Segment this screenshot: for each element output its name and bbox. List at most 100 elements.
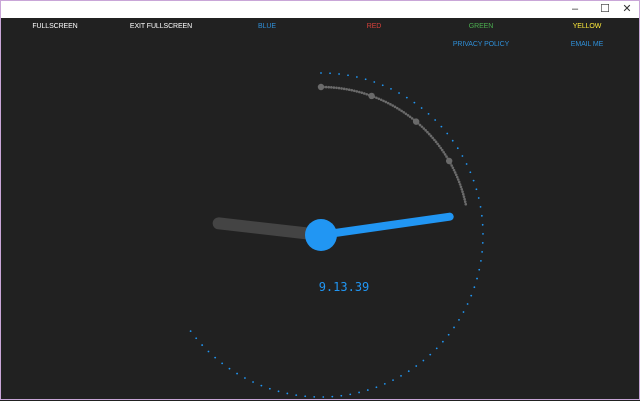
minute-dot [452,168,456,172]
minute-dot [462,195,466,198]
minute-marker [368,92,375,100]
second-dot [481,242,484,244]
second-dot [478,268,481,271]
second-dot [453,326,455,329]
second-dot [214,356,217,359]
minute-dot [406,113,410,117]
minute-dot [398,108,401,111]
minute-dot [324,85,328,89]
second-dot [236,372,238,375]
clock-hub [305,219,337,251]
minute-dot [337,86,341,90]
minute-dot [395,106,399,110]
second-dot [405,96,408,99]
minute-dot [464,202,468,206]
second-dot [390,88,392,90]
second-dot [458,318,460,321]
minute-dot [429,134,433,138]
second-dot [472,179,475,182]
second-dot [482,232,484,235]
minute-dot [362,92,366,95]
second-dot [189,330,192,333]
minute-dot [330,86,333,89]
minute-dot [442,150,445,154]
second-dot [304,395,307,398]
minute-dot [456,178,460,181]
second-dot [477,197,480,199]
second-dot [260,384,263,387]
second-dot [480,214,483,217]
minute-dot [347,88,351,92]
second-dot [329,72,331,75]
minute-dot [345,87,348,91]
minute-dot [455,175,459,179]
minute-dot [439,146,443,150]
second-dot [355,76,358,78]
minute-dot [461,190,464,194]
second-dot [441,340,444,343]
second-dot [383,382,386,385]
second-dot [322,396,325,398]
second-dot [473,286,476,289]
minute-dot [355,90,359,93]
minute-dot [457,180,461,184]
minute-dot [360,91,364,95]
minute-dot [404,112,408,116]
second-dot [366,389,369,391]
second-dot [398,92,400,94]
second-dot [465,163,468,165]
second-dot [451,139,454,142]
minute-dot [445,155,448,158]
minute-dot [463,197,466,201]
second-dot [228,367,231,370]
digital-time: 9.13.39 [318,280,370,294]
second-dot [358,391,360,394]
minute-dot [408,115,412,119]
second-dot [244,377,246,379]
minute-dot [327,85,331,89]
second-dot [375,386,378,389]
minutes-arc [317,83,468,206]
minute-dot [340,87,343,90]
minute-dot [379,98,383,102]
minute-dot [377,97,381,101]
minute-dot [391,104,395,107]
minute-dot [386,101,390,105]
minute-marker [445,157,453,165]
second-dot [277,390,280,393]
minute-dot [400,109,403,113]
minute-dot [437,144,441,148]
minute-dot [375,96,378,100]
second-dot [435,347,438,350]
second-dot [446,132,449,135]
second-dot [252,381,254,383]
second-dot [440,125,443,128]
second-dot [201,344,204,346]
minute-dot [431,136,434,140]
minute-dot [451,166,455,170]
minute-dot [440,148,444,152]
clock-face [189,72,484,398]
second-dot [195,337,198,340]
second-dot [434,119,437,121]
second-dot [207,350,210,353]
second-dot [422,359,425,362]
second-dot [347,74,349,77]
minute-dot [454,173,458,177]
second-dot [364,78,367,81]
minute-marker [412,118,420,125]
second-dot [466,303,469,305]
second-dot [470,294,473,297]
second-dot [221,362,224,365]
second-dot [320,72,322,74]
second-dot [476,277,478,280]
second-dot [480,260,482,262]
second-dot [427,112,430,115]
minute-dot [453,171,457,174]
minute-dot [342,87,346,91]
second-dot [268,387,271,390]
second-dot [479,205,482,208]
second-dot [415,365,418,367]
second-dot [481,223,484,226]
minute-dot [352,89,356,93]
